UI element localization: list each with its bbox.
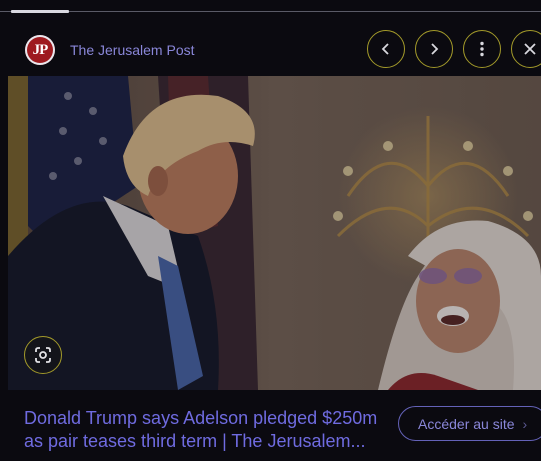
article-image[interactable]: [8, 76, 541, 390]
visit-site-label: Accéder au site: [418, 415, 515, 432]
previous-button[interactable]: [367, 30, 405, 68]
progress-indicator: [11, 10, 69, 13]
lens-search-button[interactable]: [24, 336, 62, 374]
image-viewer-panel: JP The Jerusalem Post Donald Trump says …: [0, 0, 541, 461]
visit-site-button[interactable]: Accéder au site ›: [398, 406, 541, 441]
source-logo[interactable]: JP: [25, 35, 55, 65]
headline-line-1: Donald Trump says Adelson pledged $250m: [24, 408, 378, 428]
headline-line-2: as pair teases third term | The Jerusale…: [24, 431, 366, 451]
source-logo-text: JP: [32, 41, 49, 58]
close-button[interactable]: [511, 30, 541, 68]
progress-track: [0, 11, 541, 12]
photo-illustration: [8, 76, 541, 390]
article-headline[interactable]: Donald Trump says Adelson pledged $250m …: [24, 407, 384, 453]
more-options-button[interactable]: [463, 30, 501, 68]
google-lens-icon: [35, 347, 51, 363]
source-name[interactable]: The Jerusalem Post: [70, 42, 195, 58]
chevron-right-icon: [431, 43, 439, 55]
chevron-right-icon: ›: [522, 415, 528, 432]
next-button[interactable]: [415, 30, 453, 68]
close-icon: [524, 43, 536, 55]
more-vert-icon: [480, 41, 484, 57]
chevron-left-icon: [381, 43, 389, 55]
